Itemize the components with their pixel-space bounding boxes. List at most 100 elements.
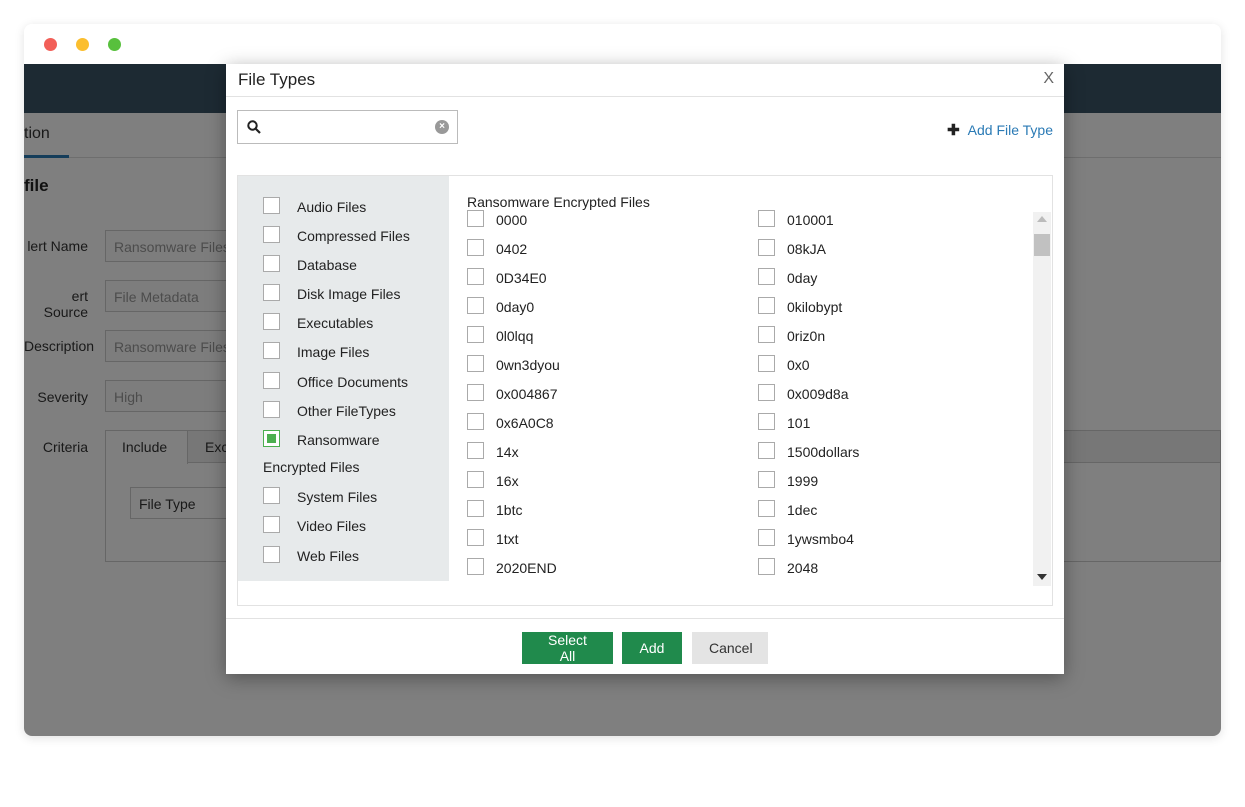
dialog-title: File Types: [238, 70, 316, 89]
file-type-label: 1btc: [496, 502, 523, 518]
window-titlebar: [24, 24, 1221, 64]
file-type-label: 1999: [787, 473, 819, 489]
file-type-checkbox[interactable]: [467, 442, 484, 459]
search-input[interactable]: [268, 115, 428, 139]
file-type-checkbox[interactable]: [467, 297, 484, 314]
category-label: Disk Image Files: [297, 286, 401, 302]
category-item[interactable]: Ransomware: [263, 430, 443, 449]
category-item[interactable]: Disk Image Files: [263, 284, 443, 303]
file-type-label: 0x6A0C8: [496, 415, 554, 431]
category-item[interactable]: System Files: [263, 487, 443, 506]
file-type-label: 0x0: [787, 357, 810, 373]
file-list-scrollbar[interactable]: [1033, 212, 1051, 586]
minimize-window-button[interactable]: [76, 38, 89, 51]
file-type-checkbox[interactable]: [758, 268, 775, 285]
file-type-checkbox[interactable]: [758, 500, 775, 517]
file-type-label: 0day: [787, 270, 818, 286]
category-checkbox[interactable]: [263, 255, 280, 272]
maximize-window-button[interactable]: [108, 38, 121, 51]
add-button[interactable]: Add: [622, 632, 682, 664]
file-type-label: 1txt: [496, 531, 519, 547]
category-checkbox[interactable]: [263, 342, 280, 359]
file-type-checkbox[interactable]: [467, 529, 484, 546]
file-type-label: 0kilobypt: [787, 299, 843, 315]
file-type-label: 16x: [496, 473, 519, 489]
file-type-checkbox[interactable]: [758, 442, 775, 459]
file-type-label: 14x: [496, 444, 519, 460]
file-type-checkbox[interactable]: [758, 297, 775, 314]
category-item[interactable]: Audio Files: [263, 197, 443, 216]
file-type-label: 2020END: [496, 560, 557, 576]
file-type-label: 0402: [496, 241, 528, 257]
category-item[interactable]: Video Files: [263, 516, 443, 535]
category-checkbox[interactable]: [263, 516, 280, 533]
scroll-up-arrow-icon[interactable]: [1037, 216, 1047, 222]
file-type-label: 010001: [787, 212, 834, 228]
file-list-title: Ransomware Encrypted Files: [467, 194, 650, 210]
category-label: System Files: [297, 489, 378, 505]
close-icon[interactable]: X: [1043, 70, 1054, 88]
file-type-label: 0x009d8a: [787, 386, 849, 402]
dialog-footer: Select All Add Cancel: [226, 618, 1064, 674]
file-type-checkbox[interactable]: [758, 471, 775, 488]
category-checkbox[interactable]: [263, 372, 280, 389]
category-item[interactable]: Other FileTypes: [263, 401, 443, 420]
modal-layer: File Types X × ✚ Add File Type Audio File…: [24, 64, 1221, 736]
file-type-checkbox[interactable]: [467, 268, 484, 285]
file-type-label: 0000: [496, 212, 528, 228]
file-type-checkbox[interactable]: [758, 326, 775, 343]
scroll-down-arrow-icon[interactable]: [1037, 574, 1047, 580]
file-type-checkbox[interactable]: [467, 500, 484, 517]
category-label: Executables: [297, 315, 374, 331]
cancel-button[interactable]: Cancel: [692, 632, 768, 664]
category-checkbox[interactable]: [263, 226, 280, 243]
category-item[interactable]: Database: [263, 255, 443, 274]
plus-icon: ✚: [947, 122, 960, 139]
category-label: Other FileTypes: [297, 403, 396, 419]
category-checkbox[interactable]: [263, 430, 280, 447]
category-checkbox[interactable]: [263, 401, 280, 418]
file-type-checkbox[interactable]: [758, 558, 775, 575]
file-type-label: 08kJA: [787, 241, 826, 257]
file-type-checkbox[interactable]: [467, 326, 484, 343]
file-type-label: 1dec: [787, 502, 818, 518]
category-item[interactable]: Compressed Files: [263, 226, 443, 245]
category-checkbox[interactable]: [263, 313, 280, 330]
close-window-button[interactable]: [44, 38, 57, 51]
category-item[interactable]: Office Documents: [263, 372, 443, 391]
category-item[interactable]: Web Files: [263, 546, 443, 565]
scroll-thumb[interactable]: [1034, 234, 1050, 256]
select-all-button[interactable]: Select All: [522, 632, 613, 664]
clear-search-icon[interactable]: ×: [435, 120, 449, 134]
add-file-type-link[interactable]: ✚ Add File Type: [947, 121, 1053, 139]
file-type-checkbox[interactable]: [758, 413, 775, 430]
file-type-checkbox[interactable]: [758, 239, 775, 256]
file-type-checkbox[interactable]: [758, 210, 775, 227]
category-label: Image Files: [297, 344, 370, 360]
file-type-checkbox[interactable]: [467, 471, 484, 488]
category-checkbox[interactable]: [263, 284, 280, 301]
category-label: Office Documents: [297, 374, 409, 390]
category-label: Ransomware: [297, 432, 380, 448]
file-type-checkbox[interactable]: [467, 239, 484, 256]
file-types-dialog: File Types X × ✚ Add File Type Audio File…: [226, 64, 1064, 674]
category-label: Web Files: [297, 548, 359, 564]
file-type-label: 0day0: [496, 299, 535, 315]
file-type-checkbox[interactable]: [758, 384, 775, 401]
file-type-checkbox[interactable]: [758, 529, 775, 546]
category-item[interactable]: Image Files: [263, 342, 443, 361]
file-type-checkbox[interactable]: [467, 558, 484, 575]
category-item[interactable]: Executables: [263, 313, 443, 332]
file-type-checkbox[interactable]: [758, 355, 775, 372]
category-checkbox[interactable]: [263, 487, 280, 504]
file-type-checkbox[interactable]: [467, 355, 484, 372]
file-type-checkbox[interactable]: [467, 384, 484, 401]
file-type-checkbox[interactable]: [467, 413, 484, 430]
category-checkbox[interactable]: [263, 197, 280, 214]
category-checkbox[interactable]: [263, 546, 280, 563]
dialog-header: File Types X: [226, 64, 1064, 97]
category-list: Audio Files Compressed Files Database Disk …: [238, 176, 449, 581]
category-label: Compressed Files: [297, 228, 410, 244]
file-types-content: Audio Files Compressed Files Database Disk …: [237, 175, 1053, 606]
file-type-checkbox[interactable]: [467, 210, 484, 227]
